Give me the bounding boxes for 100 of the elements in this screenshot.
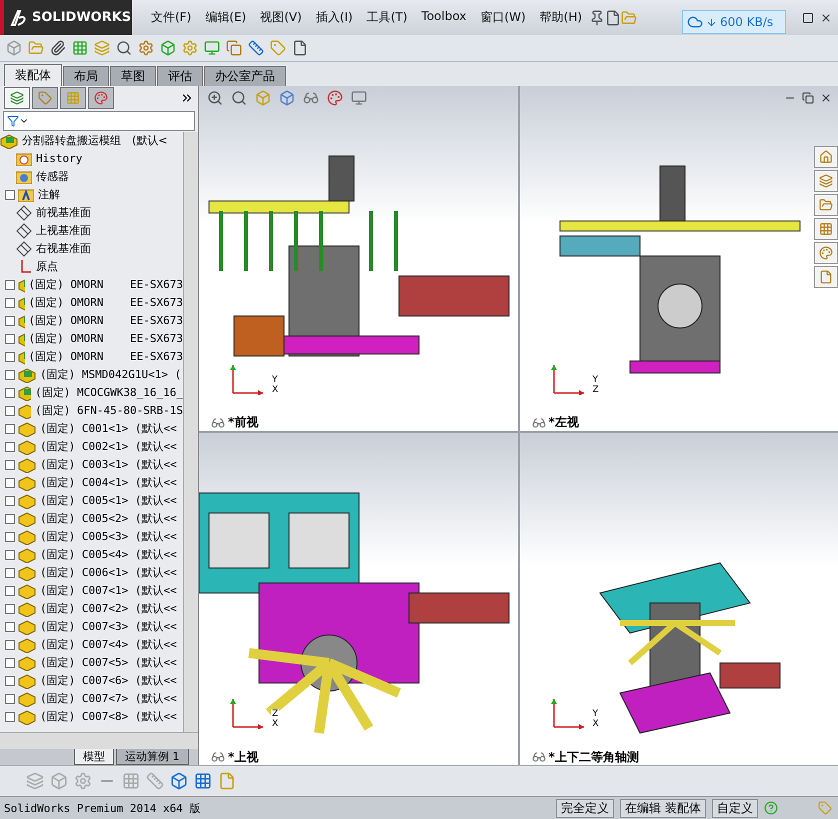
tree-item[interactable]: (固定) C007<8> (默认<<	[0, 708, 183, 726]
tree-item[interactable]: (固定) C007<1> (默认<<	[0, 582, 183, 600]
vertical-scrollbar[interactable]	[183, 132, 198, 732]
search-icon[interactable]	[116, 40, 132, 56]
monitor-icon[interactable]	[204, 40, 220, 56]
expand-box-icon[interactable]	[5, 316, 15, 326]
tree-item[interactable]: (固定) C004<1> (默认<<	[0, 474, 183, 492]
gear-icon[interactable]	[138, 40, 154, 56]
menu-item[interactable]: 插入(I)	[308, 9, 360, 26]
expand-box-icon[interactable]	[5, 676, 15, 686]
copy-icon[interactable]	[226, 40, 242, 56]
expand-box-icon[interactable]	[5, 658, 15, 668]
pin-icon[interactable]	[589, 10, 606, 26]
tree-item[interactable]: 原点	[0, 258, 183, 276]
filter-field[interactable]	[3, 110, 195, 131]
command-tab[interactable]: 装配体	[4, 64, 62, 86]
expand-box-icon[interactable]	[5, 352, 15, 362]
tree-item[interactable]: (固定) OMORN EE-SX673	[0, 312, 183, 330]
command-tab[interactable]: 办公室产品	[204, 66, 286, 86]
panel-tab[interactable]	[88, 86, 114, 109]
expand-box-icon[interactable]	[5, 568, 15, 578]
expand-box-icon[interactable]	[5, 532, 15, 542]
command-tab[interactable]: 草图	[110, 66, 156, 86]
tree-item[interactable]: (固定) 6FN-45-80-SRB-1S	[0, 402, 183, 420]
ruler-icon[interactable]	[248, 40, 264, 56]
expand-box-icon[interactable]	[5, 280, 15, 290]
tree-item[interactable]: (固定) OMORN EE-SX673	[0, 276, 183, 294]
new-file-icon[interactable]	[605, 10, 622, 26]
glasses-icon[interactable]	[303, 90, 319, 106]
tree-item[interactable]: (固定) C007<3> (默认<<	[0, 618, 183, 636]
tree-item[interactable]: 右视基准面	[0, 240, 183, 258]
expand-box-icon[interactable]	[5, 478, 15, 488]
expand-box-icon[interactable]	[5, 694, 15, 704]
expand-box-icon[interactable]	[5, 334, 15, 344]
restore-icon[interactable]	[802, 92, 814, 104]
home-button[interactable]	[814, 146, 838, 168]
tree-item[interactable]: (固定) C001<1> (默认<<	[0, 420, 183, 438]
tree-item[interactable]: (固定) OMORN EE-SX673	[0, 348, 183, 366]
tree-item[interactable]: (固定) C003<1> (默认<<	[0, 456, 183, 474]
tree-item[interactable]: (固定) OMORN EE-SX673	[0, 294, 183, 312]
close-icon[interactable]	[820, 92, 832, 104]
tree-item[interactable]: 注解	[0, 186, 183, 204]
menu-item[interactable]: 文件(F)	[144, 9, 198, 26]
menu-item[interactable]: 编辑(E)	[198, 9, 254, 26]
expand-box-icon[interactable]	[5, 370, 15, 380]
tree-item[interactable]: (固定) C007<6> (默认<<	[0, 672, 183, 690]
properties-button[interactable]	[814, 266, 838, 288]
tree-item[interactable]: (固定) C005<4> (默认<<	[0, 546, 183, 564]
folder-button[interactable]	[814, 194, 838, 216]
tree-item[interactable]: 前视基准面	[0, 204, 183, 222]
expand-box-icon[interactable]	[5, 406, 15, 416]
tree-item[interactable]: (固定) C006<1> (默认<<	[0, 564, 183, 582]
document-icon[interactable]	[292, 40, 308, 56]
expand-box-icon[interactable]	[5, 388, 15, 398]
panel-tab[interactable]	[4, 86, 30, 109]
cube-icon[interactable]	[170, 772, 188, 790]
library-button[interactable]	[814, 170, 838, 192]
expand-box-icon[interactable]	[5, 550, 15, 560]
tree-item[interactable]: (固定) C007<2> (默认<<	[0, 600, 183, 618]
panel-tab[interactable]	[60, 86, 86, 109]
menu-item[interactable]: 帮助(H)	[532, 9, 590, 26]
command-tab[interactable]: 布局	[63, 66, 109, 86]
menu-item[interactable]: Toolbox	[414, 9, 474, 26]
model-tab[interactable]: 运动算例 1	[116, 749, 188, 766]
menu-item[interactable]: 窗口(W)	[473, 9, 533, 26]
expand-box-icon[interactable]	[5, 604, 15, 614]
restore-icon[interactable]	[802, 12, 814, 24]
expand-box-icon[interactable]	[5, 712, 15, 722]
command-tab[interactable]: 评估	[157, 66, 203, 86]
expand-box-icon[interactable]	[5, 298, 15, 308]
expand-box-icon[interactable]	[5, 460, 15, 470]
panel-tab[interactable]	[32, 86, 58, 109]
expand-box-icon[interactable]	[5, 190, 15, 200]
menu-item[interactable]: 工具(T)	[360, 9, 414, 26]
expand-box-icon[interactable]	[5, 622, 15, 632]
tree-item[interactable]: (固定) MSMD042G1U<1> (	[0, 366, 183, 384]
zoom-area-icon[interactable]	[231, 90, 247, 106]
paperclip-icon[interactable]	[50, 40, 66, 56]
expand-box-icon[interactable]	[5, 424, 15, 434]
tree-item[interactable]: (固定) C007<7> (默认<<	[0, 690, 183, 708]
tree-item[interactable]: 传感器	[0, 168, 183, 186]
expand-box-icon[interactable]	[5, 640, 15, 650]
expand-box-icon[interactable]	[5, 514, 15, 524]
tree-item[interactable]: History	[0, 150, 183, 168]
table-icon[interactable]	[194, 772, 212, 790]
view-palette-button[interactable]	[814, 218, 838, 240]
component-icon[interactable]	[160, 40, 176, 56]
box-icon[interactable]	[6, 40, 22, 56]
grid-icon[interactable]	[72, 40, 88, 56]
tree-item[interactable]: 分割器转盘搬运模组 (默认<	[0, 132, 183, 150]
tree-item[interactable]: (固定) C007<4> (默认<<	[0, 636, 183, 654]
cube-icon[interactable]	[279, 90, 295, 106]
tree-item[interactable]: (固定) C005<3> (默认<<	[0, 528, 183, 546]
expand-box-icon[interactable]	[5, 586, 15, 596]
close-icon[interactable]	[820, 12, 832, 24]
zoom-icon[interactable]	[207, 90, 223, 106]
horizontal-scrollbar[interactable]	[0, 732, 198, 750]
tree-item[interactable]: 上视基准面	[0, 222, 183, 240]
tree-item[interactable]: (固定) C005<2> (默认<<	[0, 510, 183, 528]
model-tab[interactable]: 模型	[74, 749, 114, 766]
